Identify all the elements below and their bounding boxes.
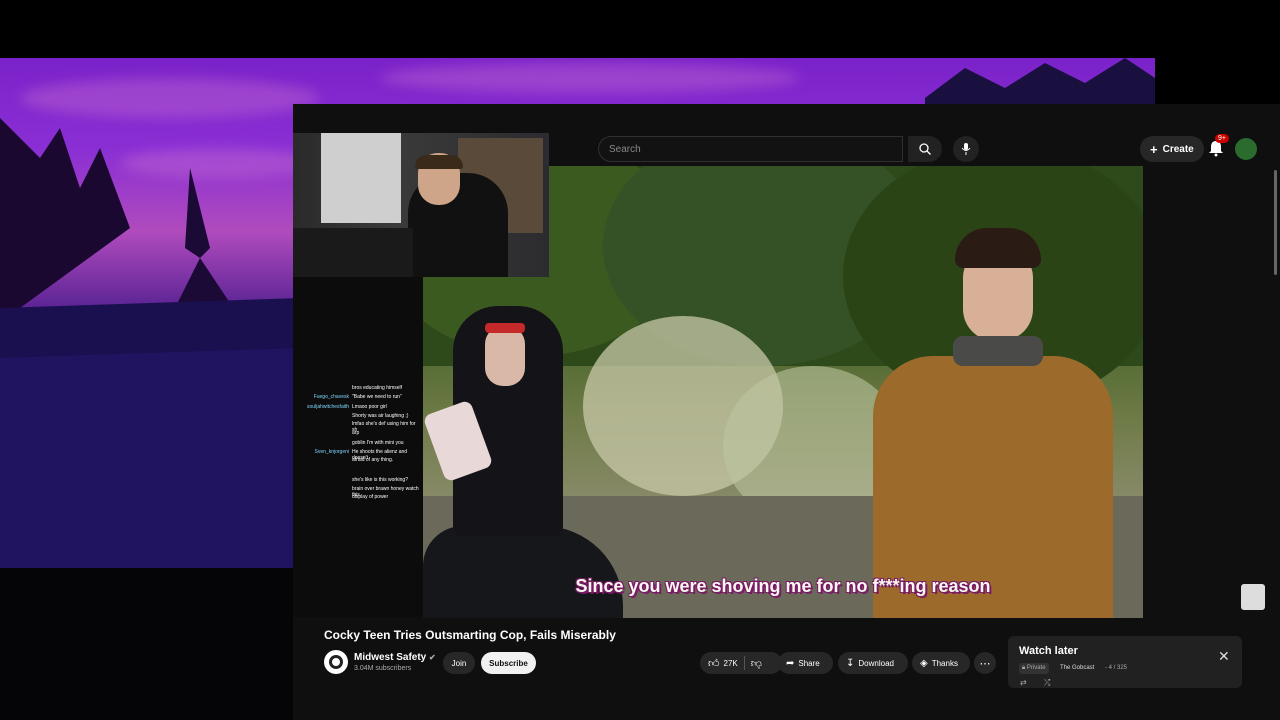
create-button[interactable]: + Create <box>1140 136 1204 162</box>
chat-username: souljahwitchesfaith <box>307 404 349 410</box>
chat-message: she's like is this working? <box>301 477 421 483</box>
account-avatar[interactable] <box>1235 138 1257 160</box>
search-input[interactable]: Search <box>598 136 903 162</box>
chat-username <box>301 457 349 463</box>
create-label: Create <box>1162 143 1194 155</box>
video-subtitle: Since you were shoving me for no f***ing… <box>575 576 991 596</box>
subscribe-button[interactable]: Subscribe <box>481 652 536 674</box>
privacy-badge: 🔒︎ Private <box>1019 663 1049 674</box>
voice-search-button[interactable] <box>953 136 979 162</box>
like-count: 27K <box>723 658 738 668</box>
chat-text: "Babe we need to run" <box>352 394 402 400</box>
chat-message: display of power <box>301 494 421 500</box>
chat-text: she's like is this working? <box>352 477 408 483</box>
more-icon: ⋯ <box>979 657 991 670</box>
chat-text: display of power <box>352 494 389 500</box>
chat-message: Shorty was air laughing ;) <box>301 413 421 419</box>
chat-text: afraid of any thing. <box>352 457 394 463</box>
lock-icon: 🔒︎ <box>1022 665 1026 671</box>
watch-later-panel: Watch later 🔒︎ Private The Gobcast - 4 /… <box>1008 636 1242 688</box>
playlist-position: - 4 / 325 <box>1105 665 1128 671</box>
notification-badge: 9+ <box>1215 134 1229 143</box>
chat-text: bros educating himself <box>352 385 403 391</box>
thumbs-up-icon: 👍︎ <box>708 657 720 670</box>
tree-top-right <box>925 58 1155 108</box>
more-actions-button[interactable]: ⋯ <box>974 652 996 674</box>
chat-text: arp <box>352 430 360 436</box>
chat-text: goblin I'm with mini you <box>352 440 404 446</box>
stream-chat: bros educating himself Fuego_chavesk "Bab… <box>293 277 423 617</box>
chat-message: bros educating himself <box>301 385 421 391</box>
join-button[interactable]: Join <box>443 652 475 674</box>
channel-name-text[interactable]: Midwest Safety <box>354 652 426 663</box>
search-icon <box>919 143 931 155</box>
chat-message: souljahwitchesfaith Lmaoo poor girl <box>301 404 421 410</box>
tree-silhouettes <box>0 118 300 568</box>
channel-name[interactable]: Midwest Safety ✔ <box>354 652 436 663</box>
channel-avatar[interactable] <box>324 650 348 674</box>
download-label: Download <box>858 658 894 668</box>
chat-text: Lmaoo poor girl <box>352 404 387 410</box>
chat-message: Fuego_chavesk "Babe we need to run" <box>301 394 421 400</box>
badge-icon <box>329 655 343 669</box>
chat-username <box>301 440 349 446</box>
chat-message: goblin I'm with mini you <box>301 440 421 446</box>
share-button[interactable]: ➦ Share <box>778 652 833 674</box>
webcam-overlay <box>293 133 549 277</box>
watch-later-title: Watch later <box>1019 645 1078 657</box>
background-lower <box>0 568 300 720</box>
chat-username <box>301 494 349 500</box>
download-button[interactable]: ↧ Download <box>838 652 908 674</box>
page-scrollbar[interactable] <box>1274 170 1277 275</box>
loop-icon[interactable]: ⇄ <box>1020 678 1027 687</box>
privacy-label: Private <box>1026 665 1046 671</box>
search-button[interactable] <box>908 136 942 162</box>
share-icon: ➦ <box>786 657 795 669</box>
shuffle-icon[interactable]: ⤮ <box>1044 678 1050 688</box>
channel-watermark[interactable] <box>1241 584 1265 610</box>
plus-icon: + <box>1150 141 1158 157</box>
share-label: Share <box>798 658 820 668</box>
chat-username <box>301 477 349 483</box>
microphone-icon <box>961 143 971 155</box>
close-icon[interactable]: ✕ <box>1218 648 1230 665</box>
chat-username: Fuego_chavesk <box>313 394 349 400</box>
chat-message: arp <box>301 430 421 436</box>
chat-username <box>301 385 349 391</box>
verified-icon: ✔ <box>429 653 436 662</box>
thanks-button[interactable]: ◈ Thanks <box>912 652 970 674</box>
thumbs-down-icon[interactable]: 👎︎ <box>751 657 762 670</box>
chat-username <box>301 413 349 419</box>
playlist-channel[interactable]: The Gobcast <box>1060 665 1094 671</box>
chat-username <box>301 430 349 436</box>
chat-text: Shorty was air laughing ;) <box>352 413 409 419</box>
like-button[interactable]: 👍︎ 27K <box>708 657 738 670</box>
like-dislike-group: 👍︎ 27K 👎︎ <box>700 652 782 674</box>
thanks-label: Thanks <box>931 658 958 668</box>
video-title: Cocky Teen Tries Outsmarting Cop, Fails … <box>324 628 616 642</box>
download-icon: ↧ <box>846 657 855 669</box>
thanks-icon: ◈ <box>920 657 928 669</box>
chat-message: afraid of any thing. <box>301 457 421 463</box>
subscriber-count: 3.04M subscribers <box>354 665 412 672</box>
